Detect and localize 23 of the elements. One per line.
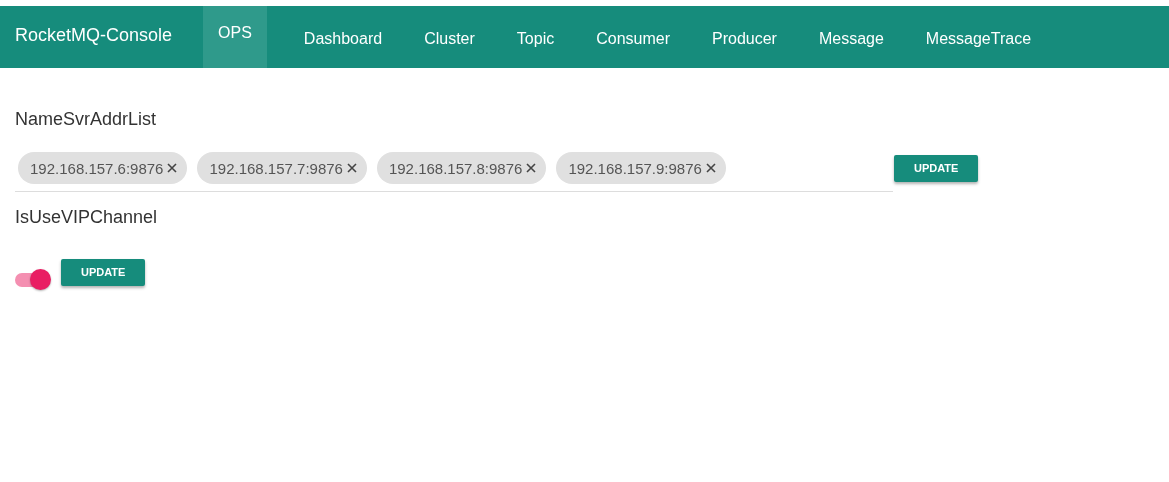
section-title: IsUseVIPChannel (15, 207, 159, 228)
chip-label: 192.168.157.6:9876 (30, 159, 164, 177)
nav-tab[interactable]: Message (797, 6, 905, 68)
update-button[interactable]: UPDATE (894, 154, 979, 182)
nav-tab[interactable]: MessageTrace (904, 6, 1053, 68)
close-icon[interactable] (167, 163, 178, 173)
nav-tab[interactable]: OPS (203, 6, 267, 68)
chip-label: 192.168.157.9:9876 (568, 159, 702, 177)
nav-tab[interactable]: Cluster (403, 6, 496, 68)
close-icon[interactable] (705, 163, 716, 173)
close-icon[interactable] (526, 163, 537, 173)
address-field[interactable]: 192.168.157.6:9876 192.168.157.7:9876 192.168.157.8:9876 192.168.157.9:9876 (15, 148, 893, 192)
update-button[interactable]: UPDATE (61, 258, 146, 286)
chip-label: 192.168.157.7:9876 (209, 159, 343, 177)
close-icon[interactable] (346, 163, 357, 173)
brand-title[interactable]: RocketMQ-Console (0, 24, 204, 46)
toggle-switch[interactable] (15, 268, 53, 292)
section-title: NameSvrAddrList (15, 109, 158, 130)
nav-tab[interactable]: Consumer (575, 6, 691, 68)
chip-label: 192.168.157.8:9876 (388, 159, 523, 177)
nav-tab[interactable]: Dashboard (282, 6, 404, 68)
nav-tab[interactable]: Producer (691, 6, 798, 68)
nav-tab[interactable]: Topic (495, 6, 576, 68)
